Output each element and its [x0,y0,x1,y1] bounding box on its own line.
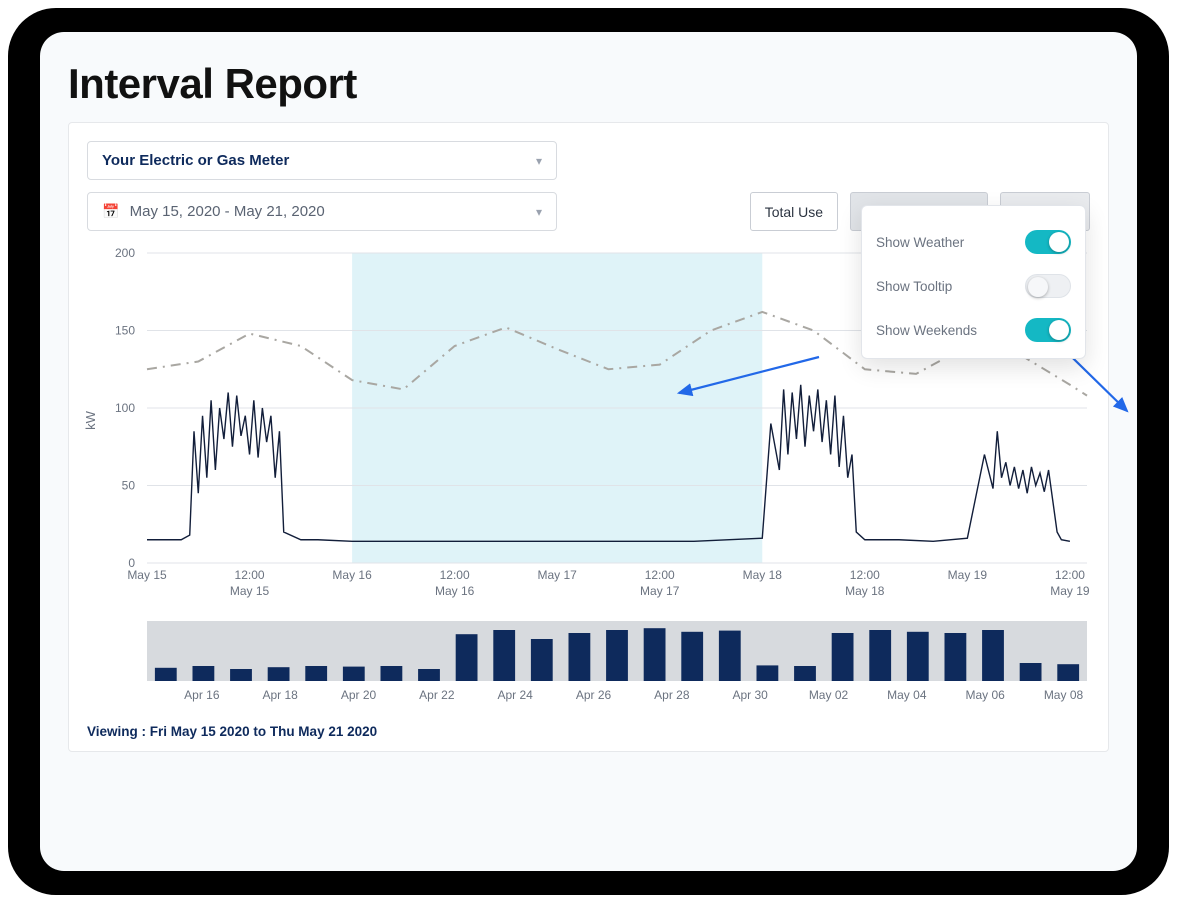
svg-text:May 17: May 17 [538,568,578,582]
viewing-range: Fri May 15 2020 to Thu May 21 2020 [150,724,377,739]
svg-text:May 18: May 18 [845,584,885,598]
svg-text:Apr 26: Apr 26 [576,688,612,702]
show-weekends-label: Show Weekends [876,323,977,338]
svg-text:May 16: May 16 [332,568,372,582]
option-row-weather: Show Weather [876,220,1071,264]
y-axis-label: kW [83,411,98,430]
viewing-range-text: Viewing : Fri May 15 2020 to Thu May 21 … [87,724,1090,739]
options-panel: Show Weather Show Tooltip Show Weekends [861,205,1086,359]
page-title: Interval Report [68,60,1109,108]
date-range-select[interactable]: 📅 May 15, 2020 - May 21, 2020 ▾ [87,192,557,231]
overview-chart[interactable]: Apr 16 Apr 18 Apr 20 Apr 22 Apr 24 Apr 26 Apr … [87,619,1097,711]
date-range-content: 📅 May 15, 2020 - May 21, 2020 [102,203,325,220]
date-range-label: May 15, 2020 - May 21, 2020 [130,203,325,220]
total-use-button[interactable]: Total Use [750,192,838,231]
chevron-down-icon: ▾ [536,154,542,168]
show-tooltip-label: Show Tooltip [876,279,952,294]
svg-text:May 04: May 04 [887,688,927,702]
svg-text:Apr 28: Apr 28 [654,688,690,702]
svg-text:May 08: May 08 [1044,688,1084,702]
svg-text:May 15: May 15 [127,568,167,582]
option-row-tooltip: Show Tooltip [876,264,1071,308]
svg-text:May 16: May 16 [435,584,475,598]
chevron-down-icon: ▾ [536,205,542,219]
mini-chart-wrap: Apr 16 Apr 18 Apr 20 Apr 22 Apr 24 Apr 26 Apr … [87,619,1090,716]
app-screen: Interval Report Your Electric or Gas Met… [40,32,1137,871]
svg-text:Apr 20: Apr 20 [341,688,377,702]
viewing-prefix: Viewing : [87,724,150,739]
svg-text:12:00: 12:00 [1055,568,1085,582]
svg-text:Apr 16: Apr 16 [184,688,220,702]
svg-text:12:00: 12:00 [850,568,880,582]
svg-text:May 19: May 19 [948,568,988,582]
option-row-weekends: Show Weekends [876,308,1071,352]
svg-text:Apr 24: Apr 24 [497,688,533,702]
svg-text:May 17: May 17 [640,584,680,598]
svg-text:12:00: 12:00 [440,568,470,582]
svg-text:50: 50 [122,479,136,493]
svg-text:Apr 18: Apr 18 [262,688,298,702]
controls-row-1: Your Electric or Gas Meter ▾ [87,141,1090,180]
svg-text:May 18: May 18 [743,568,783,582]
annotation-arrow-left [669,351,829,401]
svg-text:May 06: May 06 [965,688,1005,702]
svg-text:200: 200 [115,246,135,260]
show-weather-label: Show Weather [876,235,964,250]
show-weekends-toggle[interactable] [1025,318,1071,342]
show-tooltip-toggle[interactable] [1025,274,1071,298]
report-card: Your Electric or Gas Meter ▾ 📅 May 15, 2… [68,122,1109,752]
meter-select-label: Your Electric or Gas Meter [102,152,289,169]
svg-text:150: 150 [115,324,135,338]
svg-text:Apr 22: Apr 22 [419,688,455,702]
svg-text:May 19: May 19 [1050,584,1090,598]
svg-text:May 02: May 02 [809,688,849,702]
svg-text:12:00: 12:00 [645,568,675,582]
svg-text:May 15: May 15 [230,584,270,598]
calendar-icon: 📅 [102,203,119,219]
meter-select[interactable]: Your Electric or Gas Meter ▾ [87,141,557,180]
show-weather-toggle[interactable] [1025,230,1071,254]
svg-text:Apr 30: Apr 30 [732,688,768,702]
svg-text:12:00: 12:00 [235,568,265,582]
svg-text:100: 100 [115,401,135,415]
tablet-frame: Interval Report Your Electric or Gas Met… [8,8,1169,895]
